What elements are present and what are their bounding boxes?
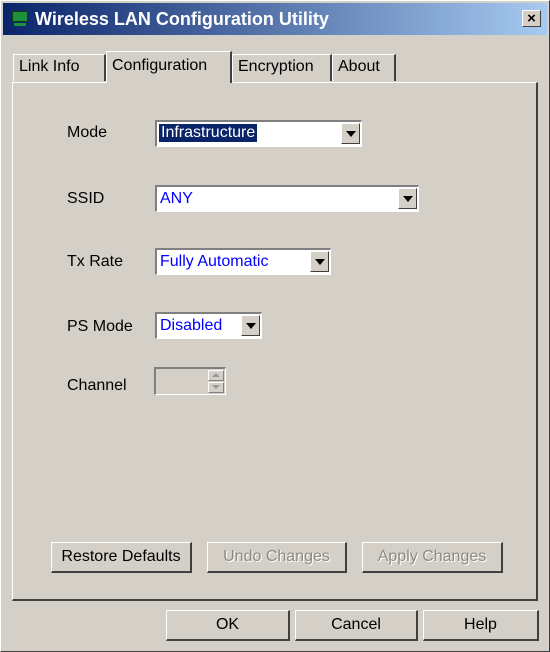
mode-value: Infrastructure	[159, 124, 258, 142]
spin-up-icon[interactable]	[208, 370, 224, 381]
tx-rate-select[interactable]: Fully Automatic	[155, 248, 331, 275]
configuration-panel: Mode Infrastructure SSID ANY Tx Rate Ful…	[12, 82, 538, 601]
ps-mode-select[interactable]: Disabled	[155, 312, 262, 339]
ssid-value: ANY	[160, 190, 193, 207]
title-bar[interactable]: Wireless LAN Configuration Utility ×	[3, 3, 547, 35]
wlan-config-window: Wireless LAN Configuration Utility × Lin…	[0, 0, 550, 652]
mode-label: Mode	[67, 124, 108, 141]
tab-about[interactable]: About	[332, 54, 396, 81]
help-button[interactable]: Help	[423, 610, 539, 641]
close-button[interactable]: ×	[522, 10, 541, 27]
network-card-icon	[11, 11, 29, 27]
window-title: Wireless LAN Configuration Utility	[35, 9, 329, 29]
chevron-down-icon[interactable]	[310, 251, 329, 272]
tx-rate-value: Fully Automatic	[160, 253, 269, 270]
chevron-down-icon[interactable]	[241, 315, 260, 336]
channel-spinner[interactable]	[154, 367, 226, 395]
ssid-select[interactable]: ANY	[155, 185, 419, 212]
spin-down-icon[interactable]	[208, 382, 224, 393]
ps-mode-label: PS Mode	[67, 318, 133, 335]
channel-label: Channel	[67, 377, 127, 394]
restore-defaults-button[interactable]: Restore Defaults	[51, 542, 192, 573]
tab-encryption[interactable]: Encryption	[232, 54, 332, 81]
ssid-label: SSID	[67, 190, 105, 207]
mode-select[interactable]: Infrastructure	[155, 120, 362, 147]
chevron-down-icon[interactable]	[341, 123, 360, 144]
tab-configuration[interactable]: Configuration	[106, 51, 232, 83]
tx-rate-label: Tx Rate	[67, 253, 124, 270]
apply-changes-button[interactable]: Apply Changes	[362, 542, 503, 573]
chevron-down-icon[interactable]	[398, 188, 417, 209]
cancel-button[interactable]: Cancel	[295, 610, 418, 641]
undo-changes-button[interactable]: Undo Changes	[207, 542, 347, 573]
tab-link-info[interactable]: Link Info	[13, 54, 106, 81]
ok-button[interactable]: OK	[166, 610, 290, 641]
ps-mode-value: Disabled	[160, 317, 223, 334]
